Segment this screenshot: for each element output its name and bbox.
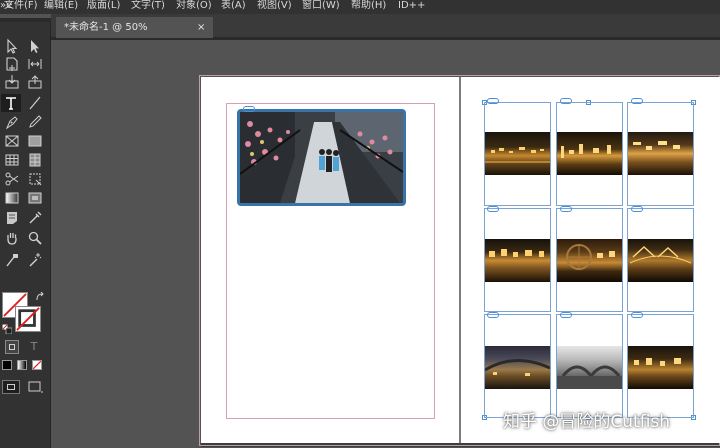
selection-handle[interactable] — [691, 100, 696, 105]
link-icon[interactable] — [243, 106, 255, 112]
gradient-swatch-tool-icon[interactable] — [4, 190, 20, 206]
eyedropper-tool-icon[interactable] — [27, 210, 43, 226]
type-tool-active[interactable] — [1, 94, 21, 112]
selection-handle[interactable] — [482, 100, 487, 105]
apply-gradient-icon[interactable] — [17, 360, 27, 370]
menu-help[interactable]: 帮助(H) — [351, 0, 386, 12]
close-icon[interactable]: × — [197, 17, 205, 38]
apply-none-icon[interactable] — [32, 360, 42, 370]
menu-object[interactable]: 对象(O) — [176, 0, 212, 12]
apply-color-icon[interactable] — [2, 360, 12, 370]
image-frame-bridge[interactable] — [237, 109, 406, 206]
watermark: 知乎 @冒险的Cutfish — [503, 412, 671, 432]
pasteboard[interactable] — [51, 40, 720, 448]
pen-tool-icon[interactable] — [4, 114, 20, 130]
bridge-photo — [240, 112, 403, 203]
normal-view-mode-icon[interactable] — [2, 380, 20, 394]
spread-spine — [459, 77, 461, 443]
direct-selection-tool-icon[interactable] — [27, 38, 43, 54]
magic-wand-tool-icon[interactable] — [27, 252, 43, 268]
swap-colors-icon[interactable] — [35, 292, 45, 302]
tools-panel-grip[interactable] — [0, 18, 51, 22]
note-tool-icon[interactable] — [4, 210, 20, 226]
tools-panel: T — [0, 18, 51, 448]
content-placer-tool-icon[interactable] — [27, 74, 43, 90]
hand-tool-icon[interactable] — [4, 230, 20, 246]
line-tool-icon[interactable] — [27, 95, 43, 111]
rectangle-tool-icon[interactable] — [27, 133, 43, 149]
formatting-affects-container-icon[interactable] — [5, 340, 19, 354]
grid-tool-icon[interactable] — [27, 152, 43, 168]
scissors-tool-icon[interactable] — [4, 171, 20, 187]
screen-mode-icon[interactable] — [27, 380, 43, 394]
content-collector-tool-icon[interactable] — [4, 74, 20, 90]
selection-handle[interactable] — [691, 415, 696, 420]
page-tool-icon[interactable] — [4, 56, 20, 72]
selection-handle[interactable] — [482, 415, 487, 420]
menu-view[interactable]: 视图(V) — [257, 0, 292, 12]
tab-document[interactable]: *未命名-1 @ 50% × — [56, 17, 213, 38]
menu-table[interactable]: 表(A) — [221, 0, 246, 12]
stroke-swatch[interactable] — [15, 306, 41, 332]
zoom-tool-icon[interactable] — [27, 230, 43, 246]
default-colors-icon[interactable] — [2, 324, 12, 334]
gradient-feather-tool-icon[interactable] — [27, 190, 43, 206]
free-transform-tool-icon[interactable] — [27, 171, 43, 187]
color-theme-tool-icon[interactable] — [4, 252, 20, 268]
tab-document-label: *未命名-1 @ 50% — [64, 22, 148, 33]
menu-idplus[interactable]: ID++ — [398, 0, 425, 12]
menu-window[interactable]: 窗口(W) — [302, 0, 340, 12]
selection-handle[interactable] — [586, 100, 591, 105]
menu-layout[interactable]: 版面(L) — [87, 0, 120, 12]
document-tab-bar: *未命名-1 @ 50% × — [51, 14, 720, 38]
menu-edit[interactable]: 编辑(E) — [44, 0, 78, 12]
menu-bar: »e 文件(F) 编辑(E) 版面(L) 文字(T) 对象(O) 表(A) 视图… — [0, 0, 720, 14]
page-right[interactable] — [461, 77, 720, 443]
menu-file[interactable]: 文件(F) — [4, 0, 38, 12]
formatting-affects-text-icon[interactable]: T — [27, 340, 41, 354]
gap-tool-icon[interactable] — [27, 56, 43, 72]
selection-tool-icon[interactable] — [4, 38, 20, 54]
rectangle-frame-tool-icon[interactable] — [4, 133, 20, 149]
menu-type[interactable]: 文字(T) — [131, 0, 165, 12]
pencil-tool-icon[interactable] — [27, 114, 43, 130]
table-tool-icon[interactable] — [4, 152, 20, 168]
